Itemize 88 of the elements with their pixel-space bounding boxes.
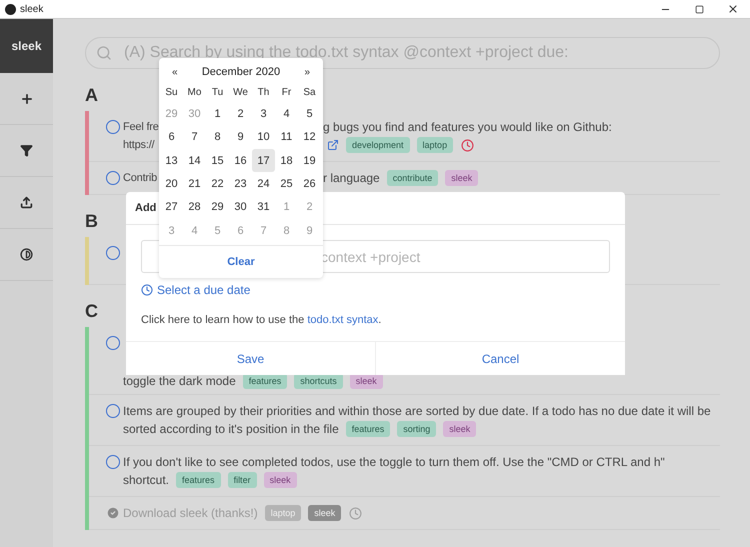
app-logo-icon (5, 4, 16, 14)
tag[interactable]: sorting (397, 421, 436, 437)
due-date-link[interactable]: Select a due date (141, 283, 250, 297)
calendar-day[interactable]: 3 (252, 102, 275, 126)
todo-text: sorted according to it's position in the file (123, 422, 339, 436)
calendar-day[interactable]: 7 (183, 126, 206, 149)
todo-text: toggle the dark mode (123, 374, 236, 388)
weekday-label: Mo (186, 86, 202, 100)
calendar-day[interactable]: 24 (252, 172, 275, 196)
calendar-day[interactable]: 16 (229, 149, 252, 172)
external-link-icon[interactable] (327, 139, 339, 151)
calendar-day[interactable]: 28 (183, 196, 206, 219)
weekday-label: Tu (210, 86, 224, 100)
plus-icon[interactable] (20, 92, 34, 106)
priority-heading: A (85, 85, 98, 106)
clear-button[interactable]: Clear (159, 245, 323, 278)
calendar-day[interactable]: 22 (206, 172, 229, 196)
tag[interactable]: filter (228, 472, 257, 488)
tag[interactable]: contribute (386, 170, 438, 186)
weekday-label: Fr (280, 86, 292, 100)
todo-text: g bugs you find and features you would like on Github: (323, 120, 612, 134)
priority-heading: C (85, 301, 98, 322)
calendar-day[interactable]: 6 (160, 126, 183, 149)
sidebar-title: sleek (0, 19, 53, 73)
contrast-icon[interactable] (20, 248, 33, 261)
todo-text: Feel fre (123, 121, 159, 133)
calendar-day[interactable]: 25 (275, 172, 298, 196)
next-month-button[interactable]: » (301, 66, 313, 78)
calendar-day[interactable]: 5 (298, 102, 321, 126)
priority-heading: B (85, 211, 98, 232)
calendar-day[interactable]: 27 (160, 196, 183, 219)
filter-icon[interactable] (20, 144, 33, 157)
weekday-label: Sa (302, 86, 317, 100)
calendar-day[interactable]: 13 (160, 149, 183, 172)
calendar-day[interactable]: 1 (206, 102, 229, 126)
previous-month-button[interactable]: « (169, 66, 181, 78)
tag[interactable]: sleek (264, 472, 297, 488)
todo-checkbox[interactable] (106, 455, 120, 469)
calendar-day[interactable]: 20 (160, 172, 183, 196)
tag[interactable]: sleek (445, 170, 478, 186)
calendar-day[interactable]: 19 (298, 149, 321, 172)
todo-text: If you don't like to see completed todos, use the toggle to turn them off. Use the "CMD or CTRL and h" (123, 455, 665, 469)
tag[interactable]: laptop (416, 137, 454, 153)
tag[interactable]: features (176, 472, 221, 488)
weekday-label: Su (164, 86, 179, 100)
calendar-day[interactable]: 30 (229, 196, 252, 219)
calendar-day[interactable]: 12 (298, 126, 321, 149)
calendar-day[interactable]: 9 (229, 126, 252, 149)
tag[interactable]: features (346, 421, 390, 437)
upload-icon[interactable] (20, 196, 33, 209)
calendar-day[interactable]: 31 (252, 196, 275, 219)
month-title: December 2020 (202, 66, 280, 78)
todo-checkbox[interactable] (106, 246, 120, 260)
calendar-day[interactable]: 23 (229, 172, 252, 196)
window-title: sleek (20, 4, 44, 14)
cancel-button[interactable]: Cancel (375, 342, 625, 375)
todo-text: r language (323, 171, 380, 185)
calendar-day[interactable]: 4 (275, 102, 298, 126)
todo-checkbox[interactable] (106, 171, 120, 185)
checked-circle-icon[interactable] (106, 506, 120, 520)
calendar-day[interactable]: 10 (252, 126, 275, 149)
tag[interactable]: development (346, 137, 410, 153)
dialog-title: Add (135, 202, 156, 214)
calendar-day[interactable]: 18 (275, 149, 298, 172)
weekday-label: Th (256, 86, 270, 100)
todo-text: Download sleek (thanks!) (123, 506, 258, 520)
todo-text: shortcut. (123, 473, 170, 487)
todo-checkbox[interactable] (106, 336, 120, 350)
todo-text: Contrib (123, 172, 158, 184)
todo-text: Items are grouped by their priorities and within those are sorted by due date. If a todo has no due date it will be (123, 404, 711, 418)
help-text: Click here to learn how to use the todo.txt syntax. (141, 314, 382, 326)
clock-icon[interactable] (141, 284, 153, 296)
calendar-day[interactable]: 17 (252, 149, 275, 172)
tag[interactable]: sleek (443, 421, 476, 437)
syntax-link[interactable]: todo.txt syntax (307, 314, 378, 326)
calendar-day[interactable]: 2 (229, 102, 252, 126)
calendar-day[interactable]: 8 (206, 126, 229, 149)
weekday-label: We (232, 86, 249, 100)
calendar-day[interactable]: 15 (206, 149, 229, 172)
todo-text: https:// (123, 139, 154, 151)
calendar-day[interactable]: 21 (183, 172, 206, 196)
todo-checkbox[interactable] (106, 120, 120, 134)
calendar-day[interactable]: 29 (206, 196, 229, 219)
search-icon (96, 45, 112, 61)
todo-checkbox[interactable] (106, 404, 120, 418)
calendar-day[interactable]: 26 (298, 172, 321, 196)
calendar-day[interactable]: 11 (275, 126, 298, 149)
calendar-day[interactable]: 14 (183, 149, 206, 172)
